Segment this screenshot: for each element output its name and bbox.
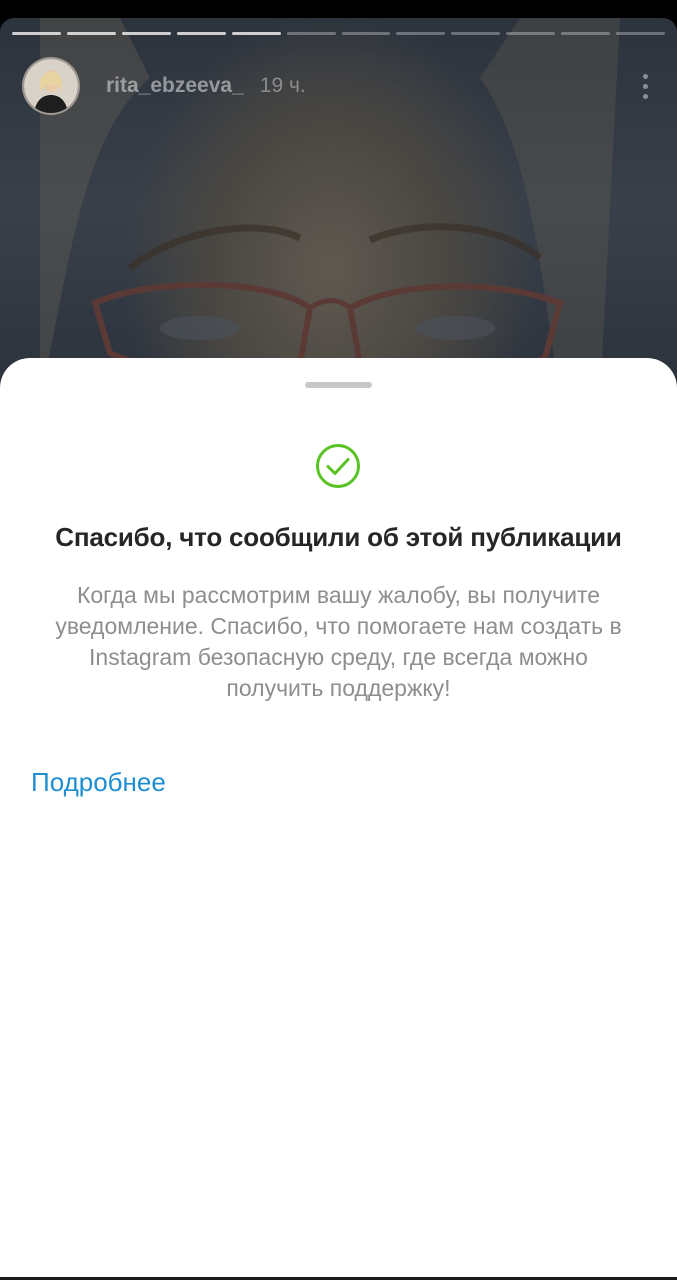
avatar[interactable] (22, 57, 80, 115)
progress-segment (231, 32, 281, 35)
progress-segment (451, 32, 501, 35)
story-viewer[interactable]: rita_ebzeeva_ 19 ч. (0, 18, 677, 398)
story-progress-bar (12, 32, 666, 35)
report-confirmation-sheet: Спасибо, что сообщили об этой публикации… (0, 358, 677, 1280)
progress-segment (616, 32, 666, 35)
story-username[interactable]: rita_ebzeeva_ (106, 74, 244, 98)
story-header: rita_ebzeeva_ 19 ч. (22, 56, 655, 116)
story-timestamp: 19 ч. (259, 74, 306, 97)
more-options-button[interactable] (635, 66, 655, 106)
progress-segment (176, 32, 226, 35)
progress-segment (506, 32, 556, 35)
progress-segment (286, 32, 336, 35)
avatar-image (24, 59, 78, 113)
more-vertical-icon (642, 73, 648, 79)
sheet-description: Когда мы рассмотрим вашу жалобу, вы полу… (55, 582, 622, 701)
progress-segment (66, 32, 116, 35)
progress-segment (121, 32, 171, 35)
checkmark-circle-icon (316, 444, 360, 488)
progress-segment (12, 32, 61, 35)
sheet-title: Спасибо, что сообщили об этой публикации (55, 522, 622, 552)
learn-more-link[interactable]: Подробнее (31, 767, 166, 798)
sheet-drag-handle[interactable] (305, 382, 372, 388)
progress-segment (341, 32, 391, 35)
progress-segment (561, 32, 611, 35)
progress-segment (396, 32, 446, 35)
